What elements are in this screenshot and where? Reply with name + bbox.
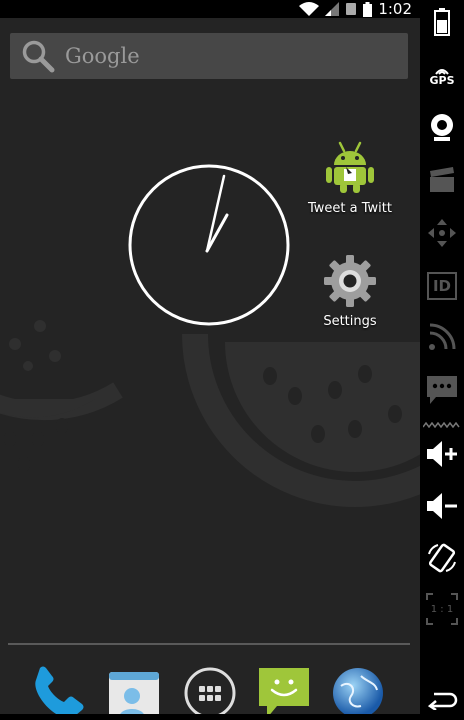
- analog-clock-widget[interactable]: [127, 163, 291, 327]
- messaging-icon[interactable]: [257, 666, 311, 714]
- home-screen: 1:02 Google Tweet a Twitt Settings: [0, 0, 420, 714]
- app-drawer-icon[interactable]: [183, 666, 237, 714]
- side-scale-button[interactable]: 1 : 1: [420, 589, 464, 629]
- scale-label: 1 : 1: [430, 603, 454, 615]
- dock-divider: [8, 643, 410, 645]
- gear-icon: [324, 255, 376, 307]
- rotate-icon: [428, 543, 456, 573]
- side-dpad-button[interactable]: [420, 213, 464, 253]
- signal-icon: [325, 2, 340, 16]
- side-back-button[interactable]: [420, 680, 464, 720]
- side-device-id-button[interactable]: ID: [420, 266, 464, 306]
- shortcut-tweet-a-twitt[interactable]: Tweet a Twitt: [290, 141, 410, 216]
- side-cast-button[interactable]: [420, 317, 464, 357]
- battery-icon: [434, 8, 450, 36]
- status-bar: 1:02: [0, 0, 420, 18]
- sms-icon: [427, 376, 457, 404]
- wifi-icon: [299, 2, 320, 16]
- search-icon: [22, 40, 55, 73]
- side-gps-button[interactable]: GPS: [420, 56, 464, 96]
- device-id-label: ID: [432, 277, 452, 295]
- side-volume-up-button[interactable]: [420, 434, 464, 474]
- side-volume-down-button[interactable]: [420, 486, 464, 526]
- volume-down-icon: [427, 493, 457, 519]
- side-media-button[interactable]: [420, 160, 464, 200]
- search-label: Google: [65, 44, 140, 68]
- status-time: 1:02: [378, 0, 412, 18]
- clock-minute-hand: [205, 174, 226, 253]
- shortcut-settings[interactable]: Settings: [290, 254, 410, 329]
- side-rotate-button[interactable]: [420, 538, 464, 578]
- dpad-icon: [428, 219, 456, 247]
- cast-icon: [429, 323, 456, 350]
- emulator-side-panel: GPS ID 1: 1: [420, 0, 464, 714]
- battery-icon: [363, 1, 373, 17]
- browser-globe-icon[interactable]: [331, 666, 385, 714]
- side-battery-button[interactable]: [420, 2, 464, 42]
- android-robot-icon: [326, 141, 374, 193]
- camera-icon: [431, 114, 453, 141]
- sim-icon: [346, 3, 357, 15]
- gps-label: GPS: [429, 74, 455, 87]
- shortcut-label: Tweet a Twitt: [308, 201, 392, 216]
- volume-up-icon: [427, 441, 457, 467]
- panel-separator: [423, 422, 460, 428]
- movie-clapper-icon: [430, 167, 454, 192]
- side-sms-button[interactable]: [420, 370, 464, 410]
- google-search-bar[interactable]: Google: [10, 33, 408, 79]
- shortcut-label: Settings: [323, 314, 377, 329]
- side-camera-button[interactable]: [420, 108, 464, 148]
- phone-icon[interactable]: [30, 666, 88, 714]
- back-icon: [427, 692, 458, 710]
- dock: [0, 660, 420, 714]
- contacts-icon[interactable]: [107, 666, 161, 714]
